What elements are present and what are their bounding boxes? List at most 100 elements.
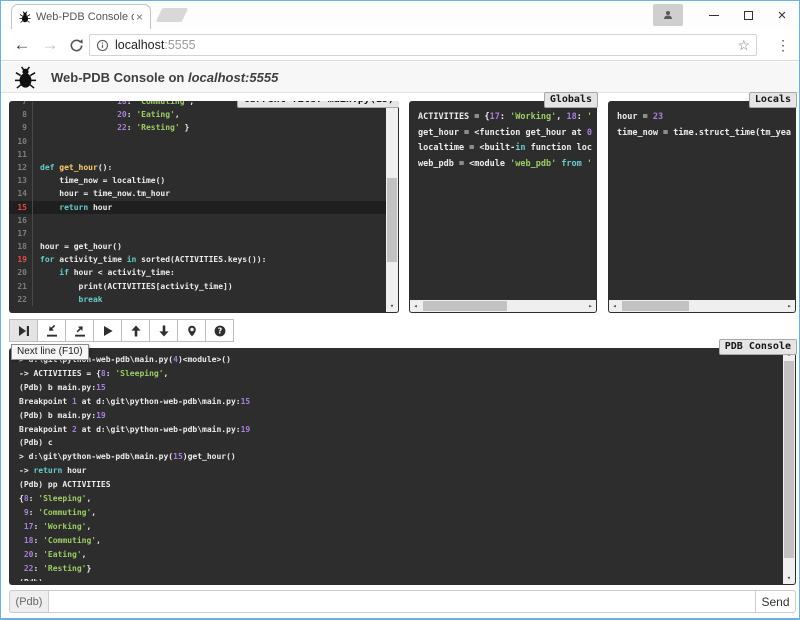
step-over-icon (18, 325, 30, 337)
line-number: 20 (9, 266, 33, 279)
page-info-icon[interactable] (96, 39, 109, 52)
window-controls: × (653, 1, 799, 29)
scrollbar-thumb[interactable] (784, 361, 794, 558)
new-tab-button[interactable] (156, 8, 189, 22)
locals-lines: hour = 23time_now = time.struct_time(tm_… (617, 110, 794, 299)
pdb-console-panel: PDB Console > d:\git\python-web-pdb\main… (9, 348, 796, 585)
code-line: 17 (9, 227, 386, 240)
console-line: (Pdb) pp ACTIVITIES (19, 478, 780, 492)
tab-close-icon[interactable]: × (134, 11, 145, 23)
debug-toolbar: ? (9, 319, 234, 342)
minimize-icon (709, 15, 719, 16)
code-text: break (40, 295, 103, 304)
help-icon: ? (214, 325, 226, 337)
globals-horizontal-scrollbar[interactable]: ◂ ▸ (410, 300, 596, 312)
line-number: 12 (9, 161, 33, 174)
current-file-badge: Current file: main.py(15) (237, 101, 399, 108)
scrollbar-thumb[interactable] (622, 301, 689, 311)
step-out-button[interactable] (65, 319, 94, 342)
scroll-left-icon[interactable]: ◂ (609, 300, 620, 312)
next-line-button[interactable] (9, 319, 38, 342)
console-line: 17: 'Working', (19, 520, 780, 534)
browser-window: Web-PDB Console on loc × × ← → localhost… (0, 0, 800, 620)
console-line: 18: 'Commuting', (19, 534, 780, 548)
minimize-button[interactable] (697, 2, 731, 28)
close-button[interactable]: × (765, 2, 799, 28)
page-title: Web-PDB Console on localhost:5555 (51, 70, 278, 85)
forward-button[interactable]: → (37, 29, 63, 61)
code-line: 16 (9, 214, 386, 227)
play-icon (102, 325, 114, 337)
code-line: 20 if hour < activity_time: (9, 266, 386, 279)
line-number: 14 (9, 187, 33, 200)
arrow-up-icon (130, 325, 142, 337)
scrollbar-thumb[interactable] (387, 178, 397, 262)
step-into-button[interactable] (37, 319, 66, 342)
variable-line: ACTIVITIES = {17: 'Working', 18: ' (418, 110, 595, 126)
line-number: 16 (9, 214, 33, 227)
console-line: > d:\git\python-web-pdb\main.py(4)<modul… (19, 353, 780, 367)
code-line: 15 return hour (9, 201, 386, 214)
console-line: -> return hour (19, 464, 780, 478)
console-line: > d:\git\python-web-pdb\main.py(15)get_h… (19, 450, 780, 464)
variable-line: time_now = time.struct_time(tm_yea (617, 126, 794, 142)
globals-panel: Globals ACTIVITIES = {17: 'Working', 18:… (409, 101, 597, 313)
scrollbar-thumb[interactable] (423, 301, 507, 311)
pdb-console-badge: PDB Console (719, 339, 797, 355)
reload-button[interactable] (63, 29, 89, 61)
scroll-down-icon[interactable]: ▾ (783, 573, 795, 584)
console-line: (Pdb) b main.py:15 (19, 381, 780, 395)
tab-title: Web-PDB Console on loc (36, 11, 134, 23)
scroll-down-icon[interactable]: ▾ (386, 301, 398, 312)
locals-horizontal-scrollbar[interactable]: ◂ ▸ (609, 300, 795, 312)
line-number: 9 (9, 121, 33, 134)
browser-tab[interactable]: Web-PDB Console on loc × (11, 4, 151, 29)
code-line: 8 20: 'Eating', (9, 108, 386, 121)
code-text: time_now = localtime() (40, 176, 165, 185)
code-line: 21 print(ACTIVITIES[activity_time]) (9, 280, 386, 293)
code-editor-panel: Current file: main.py(15) 7 18: 'Commuti… (9, 101, 399, 313)
line-number: 7 (9, 101, 33, 108)
console-vertical-scrollbar[interactable]: ▴ ▾ (783, 349, 795, 584)
code-line: 14 hour = time_now.tm_hour (9, 187, 386, 200)
code-line: 13 time_now = localtime() (9, 174, 386, 187)
continue-button[interactable] (93, 319, 122, 342)
line-number: 10 (9, 135, 33, 148)
tooltip: Next line (F10) (11, 344, 89, 360)
browser-menu-button[interactable]: ⋮ (771, 34, 795, 56)
breakpoint-line-number: 19 (9, 253, 33, 266)
line-number: 17 (9, 227, 33, 240)
locals-panel: Locals hour = 23time_now = time.struct_t… (608, 101, 796, 313)
line-number: 21 (9, 280, 33, 293)
console-lines: > d:\git\python-web-pdb\main.py(4)<modul… (19, 353, 780, 581)
where-button[interactable] (177, 319, 206, 342)
back-button[interactable]: ← (9, 29, 35, 61)
profile-button[interactable] (653, 4, 683, 26)
pdb-prompt-addon: (Pdb) (9, 590, 48, 613)
variable-line: web_pdb = <module 'web_pdb' from ' (418, 157, 595, 173)
code-text: def get_hour(): (40, 163, 112, 172)
bookmark-star-icon[interactable]: ☆ (737, 37, 750, 54)
send-button[interactable]: Send (756, 590, 796, 613)
line-number: 11 (9, 148, 33, 161)
help-button[interactable]: ? (205, 319, 234, 342)
globals-lines: ACTIVITIES = {17: 'Working', 18: 'get_ho… (418, 110, 595, 299)
down-button[interactable] (149, 319, 178, 342)
variable-line: localtime = <built-in function loc (418, 141, 595, 157)
scroll-left-icon[interactable]: ◂ (410, 300, 421, 312)
line-number: 22 (9, 293, 33, 306)
address-bar[interactable]: localhost:5555 ☆ (89, 34, 757, 56)
breakpoint-line-number: 15 (9, 201, 33, 214)
maximize-button[interactable] (731, 2, 765, 28)
locals-badge: Locals (749, 92, 797, 108)
code-line: 11 (9, 148, 386, 161)
command-input[interactable] (48, 590, 756, 613)
reload-icon (69, 38, 84, 53)
code-text: hour = time_now.tm_hour (40, 189, 170, 198)
code-line: 9 22: 'Resting' } (9, 121, 386, 134)
scroll-right-icon[interactable]: ▸ (784, 300, 795, 312)
code-line: 10 (9, 135, 386, 148)
editor-vertical-scrollbar[interactable]: ▾ (386, 102, 398, 312)
up-button[interactable] (121, 319, 150, 342)
scroll-right-icon[interactable]: ▸ (585, 300, 596, 312)
